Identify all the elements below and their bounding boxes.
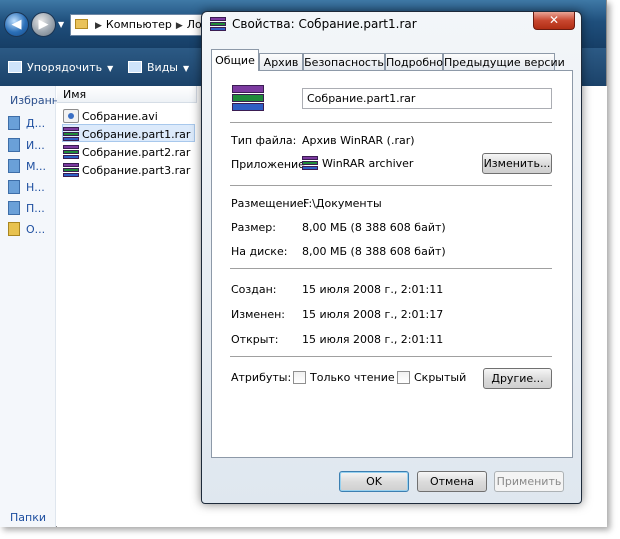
modified-label: Изменен:	[231, 308, 286, 321]
nav-link-pictures[interactable]: И...	[8, 138, 45, 152]
organize-icon	[8, 61, 22, 73]
modified-value: 15 июля 2008 г., 2:01:17	[302, 308, 444, 321]
views-icon	[128, 61, 142, 73]
filename-input[interactable]	[302, 88, 552, 109]
size-value: 8,00 МБ (8 388 608 байт)	[302, 221, 446, 234]
chevron-right-icon: ▶	[95, 21, 102, 31]
column-header-name[interactable]: Имя	[57, 86, 197, 103]
folders-toggle[interactable]: Папки	[10, 511, 46, 524]
music-icon	[8, 159, 20, 173]
file-row-part2[interactable]: Собрание.part2.rar	[63, 143, 190, 161]
breadcrumb-computer[interactable]: Компьютер	[106, 18, 172, 31]
nav-link-recent[interactable]: Н...	[8, 180, 45, 194]
tab-security[interactable]: Безопасность	[303, 53, 385, 70]
chevron-right-icon: ▶	[175, 21, 183, 31]
tab-previous-versions[interactable]: Предыдущие версии	[443, 53, 565, 70]
separator	[230, 122, 552, 123]
attributes-label: Атрибуты:	[231, 371, 292, 384]
advanced-attributes-button[interactable]: Другие...	[483, 368, 552, 389]
views-button[interactable]: Виды ▼	[128, 61, 189, 74]
separator	[230, 268, 552, 269]
accessed-label: Открыт:	[231, 333, 279, 346]
recent-pages-dropdown-icon[interactable]: ▼	[58, 20, 64, 29]
organize-button[interactable]: Упорядочить ▼	[8, 61, 113, 74]
file-type-label: Тип файла:	[231, 134, 297, 147]
tab-details[interactable]: Подробно	[385, 53, 443, 70]
readonly-label[interactable]: Только чтение	[310, 371, 395, 384]
documents-icon	[8, 116, 20, 130]
ok-button[interactable]: OK	[339, 471, 409, 492]
winrar-icon	[210, 17, 226, 31]
file-row-part3[interactable]: Собрание.part3.rar	[63, 161, 190, 179]
application-value: WinRAR archiver	[302, 156, 413, 170]
nav-link-documents[interactable]: Д...	[8, 116, 45, 130]
chevron-down-icon: ▼	[107, 64, 114, 73]
application-label: Приложение:	[231, 158, 309, 171]
tab-archive[interactable]: Архив	[259, 53, 303, 70]
forward-button[interactable]: ▶	[31, 12, 56, 37]
change-app-button[interactable]: Изменить...	[482, 153, 552, 174]
folder-icon	[8, 222, 20, 236]
created-label: Создан:	[231, 283, 277, 296]
video-file-icon	[63, 109, 79, 123]
winrar-archive-icon	[232, 85, 266, 111]
location-label: Размещение:	[231, 197, 308, 210]
dialog-title: Свойства: Собрание.part1.rar	[232, 17, 417, 31]
address-input[interactable]: ▶ Компьютер ▶ Ло	[70, 14, 220, 36]
favorites-heading: Избранн	[10, 94, 59, 107]
close-button[interactable]: ✕	[533, 12, 575, 30]
chevron-down-icon: ▼	[183, 64, 190, 73]
recent-icon	[8, 180, 20, 194]
size-label: Размер:	[231, 221, 276, 234]
hidden-label[interactable]: Скрытый	[414, 371, 466, 384]
nav-link-music[interactable]: М...	[8, 159, 46, 173]
file-row-avi[interactable]: Собрание.avi	[63, 107, 158, 125]
file-row-part1[interactable]: Собрание.part1.rar	[62, 124, 196, 142]
winrar-icon	[63, 163, 79, 177]
size-on-disk-value: 8,00 МБ (8 388 608 байт)	[302, 245, 446, 258]
created-value: 15 июля 2008 г., 2:01:11	[302, 283, 444, 296]
winrar-icon	[63, 145, 79, 159]
breadcrumb-local-disk[interactable]: Ло	[187, 18, 202, 31]
size-on-disk-label: На диске:	[231, 245, 288, 258]
accessed-value: 15 июля 2008 г., 2:01:11	[302, 333, 444, 346]
dialog-titlebar[interactable]: Свойства: Собрание.part1.rar ✕	[202, 12, 581, 36]
tab-general[interactable]: Общие	[211, 49, 259, 71]
properties-dialog: Свойства: Собрание.part1.rar ✕ Общие Арх…	[201, 11, 582, 504]
location-value: F:\Документы	[303, 197, 382, 210]
nav-link-public[interactable]: О...	[8, 222, 45, 236]
readonly-checkbox[interactable]	[293, 371, 306, 384]
navigation-pane: Избранн Д... И... М... Н... П... О... Па…	[0, 86, 59, 527]
back-button[interactable]: ◀	[4, 12, 29, 37]
winrar-icon	[302, 156, 318, 170]
hidden-checkbox[interactable]	[397, 371, 410, 384]
cancel-button[interactable]: Отмена	[417, 471, 487, 492]
separator	[230, 185, 552, 186]
apply-button[interactable]: Применить	[494, 471, 564, 492]
nav-link-searches[interactable]: П...	[8, 201, 45, 215]
winrar-icon	[63, 127, 79, 141]
searches-icon	[8, 201, 20, 215]
pictures-icon	[8, 138, 20, 152]
separator	[230, 356, 552, 357]
file-type-value: Архив WinRAR (.rar)	[302, 134, 415, 147]
general-tab-panel: Тип файла: Архив WinRAR (.rar) Приложени…	[211, 70, 573, 458]
folder-icon	[75, 19, 88, 29]
